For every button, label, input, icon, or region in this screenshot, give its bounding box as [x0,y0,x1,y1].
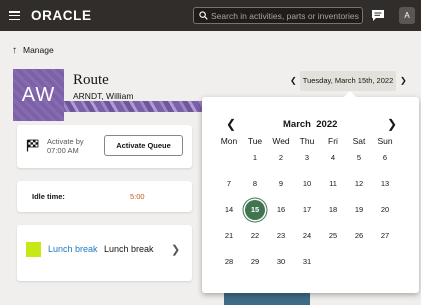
hamburger-menu-icon[interactable] [9,11,20,21]
previous-month-chevron-icon[interactable]: ❮ [226,117,236,131]
calendar-day[interactable]: 4 [323,148,343,168]
calendar-day[interactable]: 2 [271,148,291,168]
calendar-day[interactable]: 23 [271,226,291,246]
date-picker-popup: ❮ March 2022 ❯ Mon Tue Wed Thu Fri Sat Sun 123… [202,91,419,293]
up-arrow-icon: ↑ [12,45,17,56]
calendar-day[interactable]: 21 [219,226,239,246]
route-resource-name: ARNDT, William [73,91,134,101]
calendar-day[interactable]: 25 [323,226,343,246]
weekday-label: Wed [272,136,290,146]
calendar-day[interactable]: 5 [349,148,369,168]
calendar-day[interactable]: 18 [323,200,343,220]
oracle-logo: ORACLE [31,8,92,23]
lunch-break-card[interactable]: Lunch break Lunch break ❯ [17,225,192,281]
calendar-day[interactable]: 19 [349,200,369,220]
calendar-day[interactable]: 29 [245,252,265,272]
search-box[interactable] [193,7,363,24]
top-bar: ORACLE A [0,0,421,31]
idle-time-label: Idle time: [32,192,65,201]
messages-icon[interactable] [371,9,385,22]
activity-bar [224,293,310,305]
activate-by-time: 07:00 AM [47,146,79,155]
weekday-label: Mon [220,136,238,146]
calendar-day[interactable]: 1 [245,148,265,168]
calendar-year: 2022 [316,119,338,130]
weekday-label: Sat [352,136,366,146]
calendar-day[interactable]: 3 [297,148,317,168]
route-avatar: AW [13,69,64,121]
activate-queue-button[interactable]: Activate Queue [104,135,183,156]
calendar-day[interactable]: 10 [297,174,317,194]
weekday-label: Sun [377,136,393,146]
calendar-day[interactable]: 20 [375,200,395,220]
calendar-day[interactable]: 9 [271,174,291,194]
weekday-label: Fri [328,136,338,146]
weekday-header: Mon Tue Wed Thu Fri Sat Sun [202,136,419,148]
weekday-label: Tue [247,136,263,146]
calendar-day[interactable]: 6 [375,148,395,168]
route-date-button[interactable]: Tuesday, March 15th, 2022 [300,71,396,91]
next-month-chevron-icon[interactable]: ❯ [387,117,397,131]
manage-link[interactable]: ↑ Manage [12,45,54,56]
calendar-day[interactable]: 8 [245,174,265,194]
idle-time-value: 5:00 [130,192,145,201]
lunch-break-text: Lunch break [104,244,154,254]
calendar-month: March [283,119,311,130]
user-avatar[interactable]: A [399,7,415,24]
calendar-day[interactable]: 11 [323,174,343,194]
calendar-day[interactable]: 27 [375,226,395,246]
calendar-day[interactable]: 28 [219,252,239,272]
idle-time-card: Idle time: 5:00 [17,181,192,212]
calendar-day-selected[interactable]: 15 [245,200,265,220]
calendar-day[interactable]: 22 [245,226,265,246]
calendar-month-year: March 2022 [283,119,337,130]
chevron-right-icon[interactable]: ❯ [171,243,180,256]
activate-card: Activate by 07:00 AM Activate Queue [17,125,192,168]
weekday-label: Thu [299,136,315,146]
search-icon [199,11,208,20]
calendar-day[interactable]: 12 [349,174,369,194]
next-day-chevron-icon[interactable]: ❯ [400,76,407,85]
calendar-day[interactable]: 30 [271,252,291,272]
calendar-day[interactable]: 14 [219,200,239,220]
checkered-flag-icon [26,139,39,152]
lunch-break-link[interactable]: Lunch break [48,244,98,254]
calendar-day[interactable]: 7 [219,174,239,194]
calendar-day[interactable]: 26 [349,226,369,246]
manage-label: Manage [23,45,54,55]
activate-by-label: Activate by [47,137,84,146]
activate-by-text: Activate by 07:00 AM [47,137,84,155]
calendar-day[interactable]: 13 [375,174,395,194]
calendar-day[interactable]: 17 [297,200,317,220]
lunch-color-swatch [26,242,41,257]
previous-day-chevron-icon[interactable]: ❮ [290,76,297,85]
calendar-day[interactable]: 16 [271,200,291,220]
calendar-day[interactable]: 24 [297,226,317,246]
calendar-day[interactable]: 31 [297,252,317,272]
search-input[interactable] [211,9,361,22]
route-title: Route [73,72,109,88]
